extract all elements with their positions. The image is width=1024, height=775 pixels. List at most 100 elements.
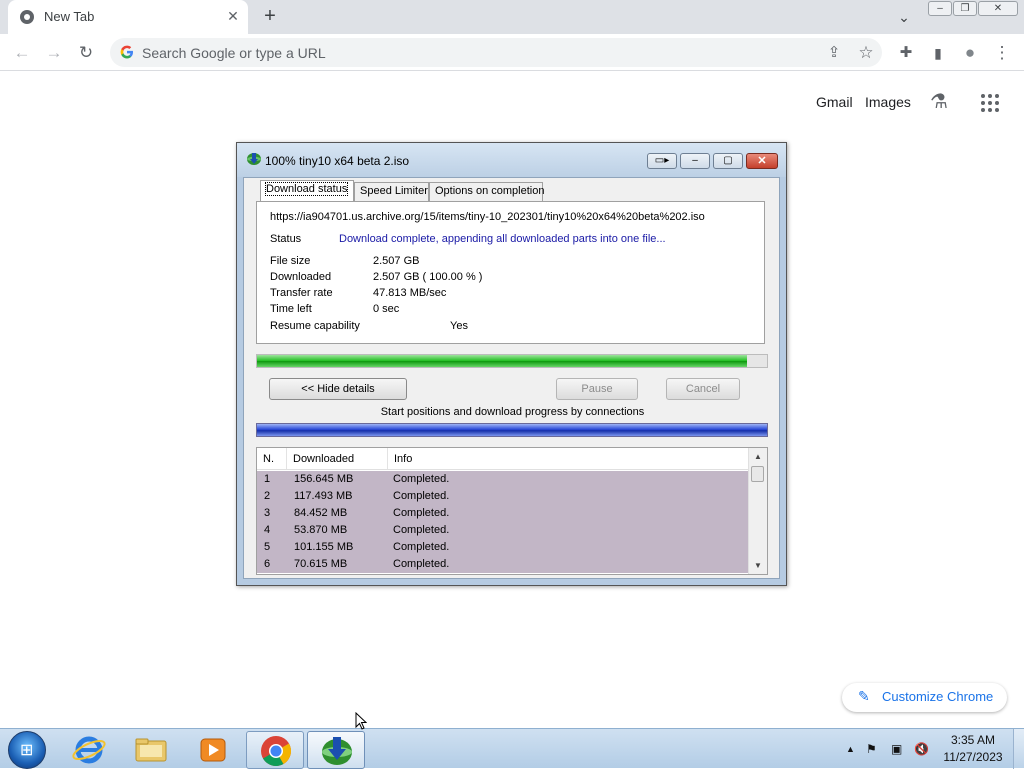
cell-info: Completed. [393, 490, 450, 502]
chrome-icon [261, 736, 292, 767]
address-bar-input[interactable] [142, 40, 782, 65]
file-size-label: File size [270, 255, 311, 267]
cell-n: 6 [264, 558, 271, 570]
windows-taskbar: ⊞ ▲ ⚑ ▣ 🔇 3:35 AM 11/27/2023 [0, 728, 1024, 769]
connections-scrollbar[interactable]: ▲ ▼ [748, 448, 767, 574]
mouse-cursor-icon [355, 712, 367, 730]
cell-downloaded: 53.870 MB [294, 524, 348, 536]
bookmark-star-icon[interactable]: ☆ [854, 41, 878, 65]
time-left-label: Time left [270, 303, 312, 315]
volume-muted-icon[interactable]: 🔇 [914, 742, 929, 756]
google-apps-icon[interactable] [980, 93, 1000, 113]
hide-details-button[interactable]: << Hide details [269, 378, 407, 400]
idm-title-bar[interactable]: 100% tiny10 x64 beta 2.iso ▭▸ – ▢ ✕ [237, 143, 786, 177]
time-left-value: 0 sec [373, 303, 400, 315]
window-minimize-button[interactable]: – [928, 1, 952, 16]
scrollbar-thumb[interactable] [751, 466, 764, 482]
media-player-icon [200, 738, 226, 762]
clock-date[interactable]: 11/27/2023 [936, 750, 1010, 764]
forward-arrow-icon[interactable]: → [42, 41, 66, 65]
cell-n: 2 [264, 490, 271, 502]
scroll-up-icon[interactable]: ▲ [749, 448, 767, 465]
transfer-rate-value: 47.813 MB/sec [373, 287, 447, 299]
idm-to-tray-button[interactable]: ▭▸ [647, 153, 677, 169]
extensions-puzzle-icon[interactable]: ✚ [894, 41, 918, 65]
omnibox[interactable] [110, 38, 882, 67]
chrome-menu-icon[interactable]: ⋮ [990, 41, 1014, 65]
connections-table: N. Downloaded Info 1 156.645 MB Completed.… [256, 447, 768, 575]
tab-speed-limiter-label: Speed Limiter [360, 185, 428, 197]
connections-caption: Start positions and download progress by… [380, 406, 645, 418]
tab-options-on-completion[interactable]: Options on completion [429, 182, 544, 201]
cell-downloaded: 156.645 MB [294, 473, 354, 485]
taskbar-media-player[interactable] [184, 731, 242, 769]
google-g-icon [120, 45, 133, 59]
cell-n: 3 [264, 507, 271, 519]
new-tab-button[interactable]: + [258, 5, 282, 29]
download-progress-bar [256, 354, 768, 368]
table-row[interactable]: 3 84.452 MB Completed. [257, 505, 748, 522]
share-icon[interactable]: ⇪ [822, 41, 846, 65]
tab-new-tab[interactable]: New Tab ✕ [8, 0, 248, 34]
idm-close-button[interactable]: ✕ [746, 153, 778, 169]
tab-download-status-label: Download status [264, 182, 349, 196]
cancel-button[interactable]: Cancel [666, 378, 740, 400]
cell-downloaded: 117.493 MB [294, 490, 353, 502]
status-label: Status [270, 233, 302, 245]
tab-title: New Tab [44, 9, 95, 24]
scroll-down-icon[interactable]: ▼ [749, 557, 767, 574]
customize-chrome-label: Customize Chrome [882, 689, 994, 704]
idm-globe-icon [247, 153, 261, 165]
gmail-link[interactable]: Gmail [816, 94, 853, 110]
images-link[interactable]: Images [865, 94, 911, 110]
idm-window-title: 100% tiny10 x64 beta 2.iso [265, 154, 410, 168]
column-header-info[interactable]: Info [388, 448, 748, 469]
download-url: https://ia904701.us.archive.org/15/items… [270, 211, 705, 223]
reload-icon[interactable]: ↻ [74, 41, 98, 65]
tab-search-icon[interactable]: ⌄ [893, 6, 915, 28]
tab-speed-limiter[interactable]: Speed Limiter [354, 182, 429, 201]
cell-downloaded: 84.452 MB [294, 507, 348, 519]
resume-capability-label: Resume capability [270, 320, 360, 332]
clock-time[interactable]: 3:35 AM [936, 733, 1010, 747]
tab-strip: New Tab ✕ + ⌄ – ❐ ✕ [0, 0, 1024, 34]
profile-avatar-icon[interactable]: ● [958, 41, 982, 65]
idm-download-dialog: 100% tiny10 x64 beta 2.iso ▭▸ – ▢ ✕ Down… [236, 142, 787, 586]
taskbar-internet-download-manager[interactable] [307, 731, 365, 769]
taskbar-google-chrome[interactable] [246, 731, 304, 769]
labs-flask-icon[interactable]: ⚗ [930, 89, 948, 114]
table-row[interactable]: 1 156.645 MB Completed. [257, 471, 748, 488]
column-header-downloaded[interactable]: Downloaded [287, 448, 388, 469]
cell-n: 4 [264, 524, 271, 536]
show-desktop-button[interactable] [1013, 729, 1024, 769]
windows-logo-icon: ⊞ [20, 742, 34, 759]
table-row[interactable]: 6 70.615 MB Completed. [257, 556, 748, 573]
window-restore-button[interactable]: ❐ [953, 1, 977, 16]
back-arrow-icon[interactable]: ← [10, 41, 34, 65]
network-icon[interactable]: ▣ [891, 742, 902, 756]
cell-info: Completed. [393, 524, 450, 536]
idm-minimize-button[interactable]: – [680, 153, 710, 169]
show-hidden-icons-button[interactable]: ▲ [846, 744, 855, 754]
table-row[interactable]: 2 117.493 MB Completed. [257, 488, 748, 505]
table-row[interactable]: 5 101.155 MB Completed. [257, 539, 748, 556]
table-row[interactable]: 4 53.870 MB Completed. [257, 522, 748, 539]
idm-maximize-button[interactable]: ▢ [713, 153, 743, 169]
pencil-icon: ✎ [858, 688, 870, 704]
window-close-button[interactable]: ✕ [978, 1, 1018, 16]
transfer-rate-label: Transfer rate [270, 287, 333, 299]
tab-download-status[interactable]: Download status [260, 180, 354, 202]
action-center-flag-icon[interactable]: ⚑ [866, 742, 877, 756]
pause-button[interactable]: Pause [556, 378, 638, 400]
cell-downloaded: 101.155 MB [294, 541, 354, 553]
customize-chrome-button[interactable]: ✎ Customize Chrome [842, 683, 1007, 712]
side-panel-icon[interactable]: ▮ [926, 41, 950, 65]
start-button[interactable]: ⊞ [8, 731, 46, 769]
cell-n: 1 [264, 473, 271, 485]
taskbar-internet-explorer[interactable] [60, 731, 118, 769]
status-value: Download complete, appending all downloa… [339, 233, 666, 245]
cell-info: Completed. [393, 507, 450, 519]
tab-close-icon[interactable]: ✕ [224, 7, 242, 25]
column-header-n[interactable]: N. [257, 448, 287, 469]
taskbar-file-explorer[interactable] [122, 731, 180, 769]
